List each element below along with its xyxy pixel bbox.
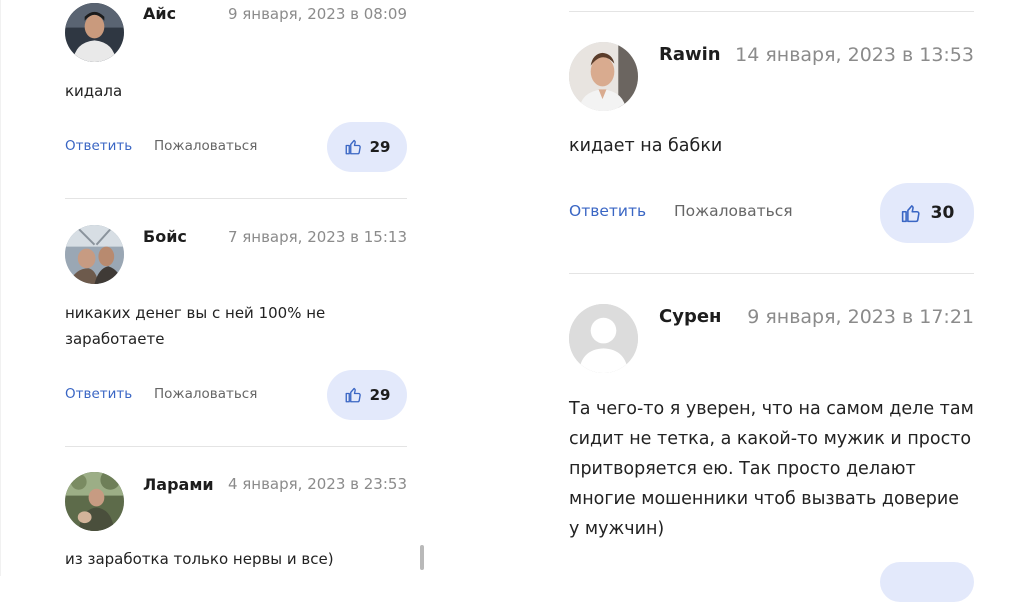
comment-author[interactable]: Бойс xyxy=(143,227,187,246)
comment-actions: Ответить Пожаловаться 29 xyxy=(65,122,407,172)
comments-column-right: Rawin 14 января, 2023 в 13:53 кидает на … xyxy=(569,0,974,602)
comment-author[interactable]: Сурен xyxy=(659,306,721,327)
reply-button[interactable]: Ответить xyxy=(569,202,646,220)
like-count: 30 xyxy=(930,203,955,223)
comment-item: Айс 9 января, 2023 в 08:09 кидала Ответи… xyxy=(65,0,407,190)
comment-date: 9 января, 2023 в 08:09 xyxy=(227,5,407,23)
comment-date: 7 января, 2023 в 15:13 xyxy=(227,228,407,246)
comment-author[interactable]: Rawin xyxy=(659,44,721,65)
comment-text: кидала xyxy=(65,82,123,100)
comment-item: Rawin 14 января, 2023 в 13:53 кидает на … xyxy=(569,40,974,260)
like-button[interactable]: 29 xyxy=(327,122,407,172)
comment-author[interactable]: Ларами xyxy=(143,475,214,494)
avatar[interactable] xyxy=(65,472,124,531)
comment-item: Бойс 7 января, 2023 в 15:13 никаких дене… xyxy=(65,222,407,422)
like-button[interactable] xyxy=(880,562,974,602)
like-count: 29 xyxy=(369,138,391,156)
like-button[interactable]: 29 xyxy=(327,370,407,420)
user-placeholder-icon xyxy=(569,304,638,373)
comment-text: Та чего-то я уверен, что на самом деле т… xyxy=(569,399,974,539)
like-count: 29 xyxy=(369,386,391,404)
comment-date: 14 января, 2023 в 13:53 xyxy=(735,44,974,66)
comment-actions: Ответить Пожаловаться 29 xyxy=(65,370,407,420)
comment-item: Сурен 9 января, 2023 в 17:21 Та чего-то … xyxy=(569,302,974,576)
comments-column-left: Айс 9 января, 2023 в 08:09 кидала Ответи… xyxy=(65,0,407,576)
report-button[interactable]: Пожаловаться xyxy=(674,202,793,220)
comment-date: 4 января, 2023 в 23:53 xyxy=(227,475,407,493)
user-photo-icon xyxy=(65,225,124,284)
page-edge xyxy=(0,0,1,576)
avatar[interactable] xyxy=(65,3,124,62)
report-button[interactable]: Пожаловаться xyxy=(154,386,257,402)
reply-button[interactable]: Ответить xyxy=(65,138,132,154)
reply-button[interactable]: Ответить xyxy=(65,386,132,402)
comment-divider xyxy=(65,198,407,199)
comment-text: кидает на бабки xyxy=(569,136,723,156)
comment-text: из заработка только нервы и все) xyxy=(65,550,334,568)
user-photo-icon xyxy=(569,42,638,111)
like-button[interactable]: 30 xyxy=(880,183,974,243)
comment-author[interactable]: Айс xyxy=(143,4,176,23)
report-button[interactable]: Пожаловаться xyxy=(154,138,257,154)
comment-divider xyxy=(65,446,407,447)
comment-date: 9 января, 2023 в 17:21 xyxy=(747,306,974,328)
comment-divider xyxy=(569,273,974,274)
comment-actions: Ответить Пожаловаться 30 xyxy=(569,183,974,243)
user-photo-icon xyxy=(65,3,124,62)
comment-text: никаких денег вы с ней 100% не заработае… xyxy=(65,304,326,348)
avatar[interactable] xyxy=(569,304,638,373)
comment-item: Ларами 4 января, 2023 в 23:53 из заработ… xyxy=(65,470,407,576)
user-photo-icon xyxy=(65,472,124,531)
scrollbar-thumb[interactable] xyxy=(420,545,424,570)
avatar[interactable] xyxy=(569,42,638,111)
thumbs-up-icon xyxy=(345,139,361,155)
avatar[interactable] xyxy=(65,225,124,284)
thumbs-up-icon xyxy=(345,387,361,403)
thumbs-up-icon xyxy=(901,204,920,222)
comment-divider xyxy=(569,11,974,12)
